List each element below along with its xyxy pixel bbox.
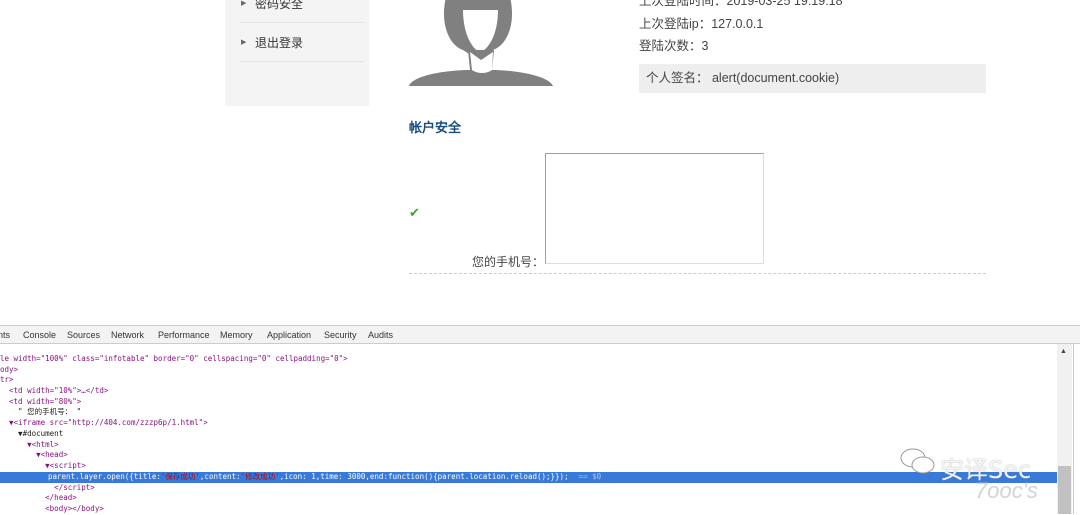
dom-node-document[interactable]: ▼#document: [0, 429, 1057, 440]
selected-dom-node[interactable]: parent.layer.open({title:'保存成功',content:…: [0, 471, 1057, 483]
embedded-iframe: [545, 153, 764, 264]
triangle-right-icon: ▶: [241, 0, 247, 7]
tab-security[interactable]: Security: [324, 326, 357, 344]
last-login-time: 上次登陆时间：2019-03-25 19:19:18: [639, 0, 843, 8]
tab-sources[interactable]: Sources: [67, 326, 100, 344]
dom-node[interactable]: <td width="80%">: [0, 397, 1057, 408]
dom-node[interactable]: ▼<html>: [0, 440, 1057, 451]
selected-marker: == $0: [578, 471, 602, 481]
avatar-image: [409, 0, 553, 86]
dom-node[interactable]: <td width="10%">…</td>: [0, 386, 1057, 397]
last-login-ip: 上次登陆ip：127.0.0.1: [639, 17, 764, 31]
wechat-icon: [900, 448, 935, 474]
script-string: '修改成功': [240, 471, 280, 481]
scroll-up-icon[interactable]: ▲: [1060, 348, 1067, 355]
tab-audits[interactable]: Audits: [368, 326, 393, 344]
script-code: ,icon: 1,time: 3000,end:function(){paren…: [279, 471, 569, 481]
login-count: 登陆次数：3: [639, 39, 709, 53]
script-code: ,content:: [199, 471, 241, 481]
script-code: parent.layer.open({title:: [48, 471, 161, 481]
watermark-sub: 7ooc's: [975, 478, 1038, 503]
dom-text-node[interactable]: " 您的手机号： ": [0, 407, 1057, 418]
dom-node[interactable]: ▼<script>: [0, 461, 1057, 472]
tab-network[interactable]: Network: [111, 326, 144, 344]
sidebar-item-password-security[interactable]: ▶ 密码安全: [239, 0, 365, 23]
account-security-title: 帐户安全: [409, 120, 462, 135]
dom-node[interactable]: </head>: [0, 493, 1057, 504]
tab-console[interactable]: Console: [23, 326, 56, 344]
dom-node[interactable]: </script>: [0, 483, 1057, 494]
divider: [409, 273, 986, 274]
signature: 个人签名： alert(document.cookie): [639, 64, 986, 93]
dom-tree: le width="100%" class="infotable" border…: [0, 354, 1057, 515]
dom-node[interactable]: ody>: [0, 365, 1057, 376]
vertical-scrollbar[interactable]: ▲: [1057, 344, 1072, 514]
devtools-tabs: nts Console Sources Network Performance …: [0, 326, 1080, 344]
phone-label: 您的手机号：: [472, 255, 545, 269]
dom-node[interactable]: <body></body>: [0, 504, 1057, 515]
styles-pane: [1073, 344, 1080, 514]
tab-application[interactable]: Application: [267, 326, 311, 344]
tab-memory[interactable]: Memory: [220, 326, 253, 344]
dom-node[interactable]: tr>: [0, 375, 1057, 386]
scrollbar-thumb[interactable]: [1058, 466, 1071, 514]
sidebar-item-logout[interactable]: ▶ 退出登录: [239, 24, 365, 62]
sidebar-item-label: 密码安全: [255, 0, 304, 11]
tab-performance[interactable]: Performance: [158, 326, 210, 344]
tab-elements[interactable]: nts: [0, 326, 10, 344]
dom-node-iframe[interactable]: ▼<iframe src="http://404.com/zzzp6p/1.ht…: [0, 418, 1057, 429]
dom-node[interactable]: le width="100%" class="infotable" border…: [0, 354, 1057, 365]
dom-node[interactable]: ▼<head>: [0, 450, 1057, 461]
check-icon: ✔: [409, 205, 420, 220]
triangle-right-icon: ▶: [241, 39, 247, 46]
script-string: '保存成功': [160, 471, 200, 481]
sidebar: ▶ 密码安全 ▶ 退出登录: [225, 0, 369, 106]
sidebar-item-label: 退出登录: [255, 36, 304, 50]
devtools-panel: nts Console Sources Network Performance …: [0, 325, 1080, 515]
